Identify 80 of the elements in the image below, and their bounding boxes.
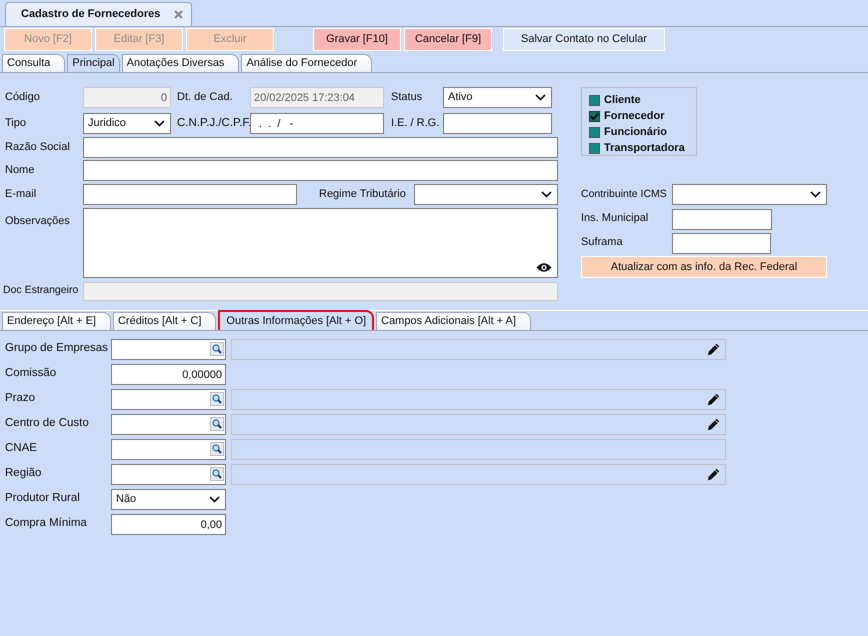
eye-icon: [536, 262, 552, 273]
lookup-field[interactable]: [111, 414, 226, 435]
tax-regime-select[interactable]: [414, 184, 558, 205]
field-label: Compra Mínima: [4, 516, 88, 531]
field-label: Prazo: [4, 391, 36, 406]
document-tab[interactable]: Cadastro de Fornecedores: [5, 2, 192, 26]
tab[interactable]: Principal: [67, 54, 120, 72]
field-label: Nome: [4, 163, 36, 178]
field-label: Região: [4, 466, 42, 481]
checkbox[interactable]: [589, 94, 600, 106]
search-icon: [210, 442, 224, 456]
number-field[interactable]: 0,00: [111, 514, 226, 535]
tab[interactable]: Créditos [Alt + C]: [112, 312, 216, 330]
field-label: Grupo de Empresas: [4, 341, 109, 356]
tax-id-field[interactable]: . . / -: [250, 113, 384, 134]
checkbox-label: Cliente: [604, 92, 641, 108]
registration-field[interactable]: [443, 113, 552, 134]
search-icon: [210, 392, 224, 406]
field-label: E-mail: [4, 187, 38, 202]
municipal-registration-field[interactable]: [672, 209, 772, 230]
checkbox[interactable]: [589, 110, 600, 122]
field-label: Ins. Municipal: [581, 211, 650, 226]
field-label: CNAE: [4, 441, 38, 456]
icms-select[interactable]: [672, 184, 827, 205]
field-label: Tipo: [4, 116, 27, 131]
tab[interactable]: Endereço [Alt + E]: [2, 312, 111, 330]
field-label: Suframa: [581, 235, 624, 250]
search-icon: [210, 342, 224, 356]
chevron-icon: [209, 496, 220, 503]
toolbar-button[interactable]: Salvar Contato no Celular: [503, 28, 665, 51]
tab[interactable]: Consulta: [2, 54, 66, 72]
lookup-field[interactable]: [111, 464, 226, 485]
field-label: I.E. / R.G.: [390, 116, 440, 131]
checkbox-label: Transportadora: [604, 140, 685, 156]
field-label: Observações: [4, 214, 71, 229]
tab[interactable]: Campos Adicionais [Alt + A]: [376, 312, 531, 330]
lookup-field[interactable]: [111, 439, 226, 460]
field-label: Dt. de Cad.: [176, 90, 234, 105]
field-label: Doc Estrangeiro: [2, 283, 80, 298]
field-label: Razão Social: [4, 140, 71, 155]
name-field[interactable]: [83, 160, 558, 181]
checkbox-label: Funcionário: [604, 124, 667, 140]
toolbar-button[interactable]: Gravar [F10]: [313, 28, 401, 51]
number-field[interactable]: 0,00000: [111, 364, 226, 385]
chevron-icon: [541, 191, 552, 198]
field-label: Comissão: [4, 366, 58, 381]
checkbox[interactable]: [589, 142, 600, 154]
notes-field[interactable]: [83, 208, 558, 278]
checkbox-label: Fornecedor: [604, 108, 665, 124]
field-label: C.N.P.J./C.P.F.: [176, 116, 252, 131]
email-field[interactable]: [83, 184, 297, 205]
type-select[interactable]: Juridico: [83, 113, 171, 134]
toolbar-button[interactable]: Cancelar [F9]: [404, 28, 492, 51]
lookup-field[interactable]: [111, 339, 226, 360]
chevron-icon: [154, 120, 165, 127]
producer-select[interactable]: Não: [111, 489, 226, 510]
field-label: Produtor Rural: [4, 491, 81, 506]
update-button[interactable]: Atualizar com as info. da Rec. Federal: [581, 256, 827, 278]
field-label: Status: [390, 90, 424, 105]
suframa-field[interactable]: [672, 233, 771, 254]
edit-icon[interactable]: [707, 393, 720, 406]
search-icon: [210, 417, 224, 431]
tab[interactable]: Outras Informações [Alt + O]: [218, 310, 374, 330]
edit-icon[interactable]: [707, 343, 720, 356]
close-icon: [174, 10, 184, 19]
chevron-icon: [810, 191, 821, 198]
company-name-field[interactable]: [83, 137, 558, 158]
edit-icon[interactable]: [707, 418, 720, 431]
edit-icon[interactable]: [707, 468, 720, 481]
checkbox[interactable]: [589, 126, 600, 138]
field-label: Regime Tributário: [318, 187, 407, 202]
tab[interactable]: Anotações Diversas: [122, 54, 240, 72]
field-label: Código: [4, 90, 41, 105]
tab[interactable]: Análise do Fornecedor: [241, 54, 372, 72]
status-select[interactable]: Ativo: [443, 87, 552, 108]
field-label: Contribuinte ICMS: [581, 187, 668, 202]
lookup-field[interactable]: [111, 389, 226, 410]
field-label: Centro de Custo: [4, 416, 90, 431]
search-icon: [210, 467, 224, 481]
chevron-icon: [535, 94, 546, 101]
